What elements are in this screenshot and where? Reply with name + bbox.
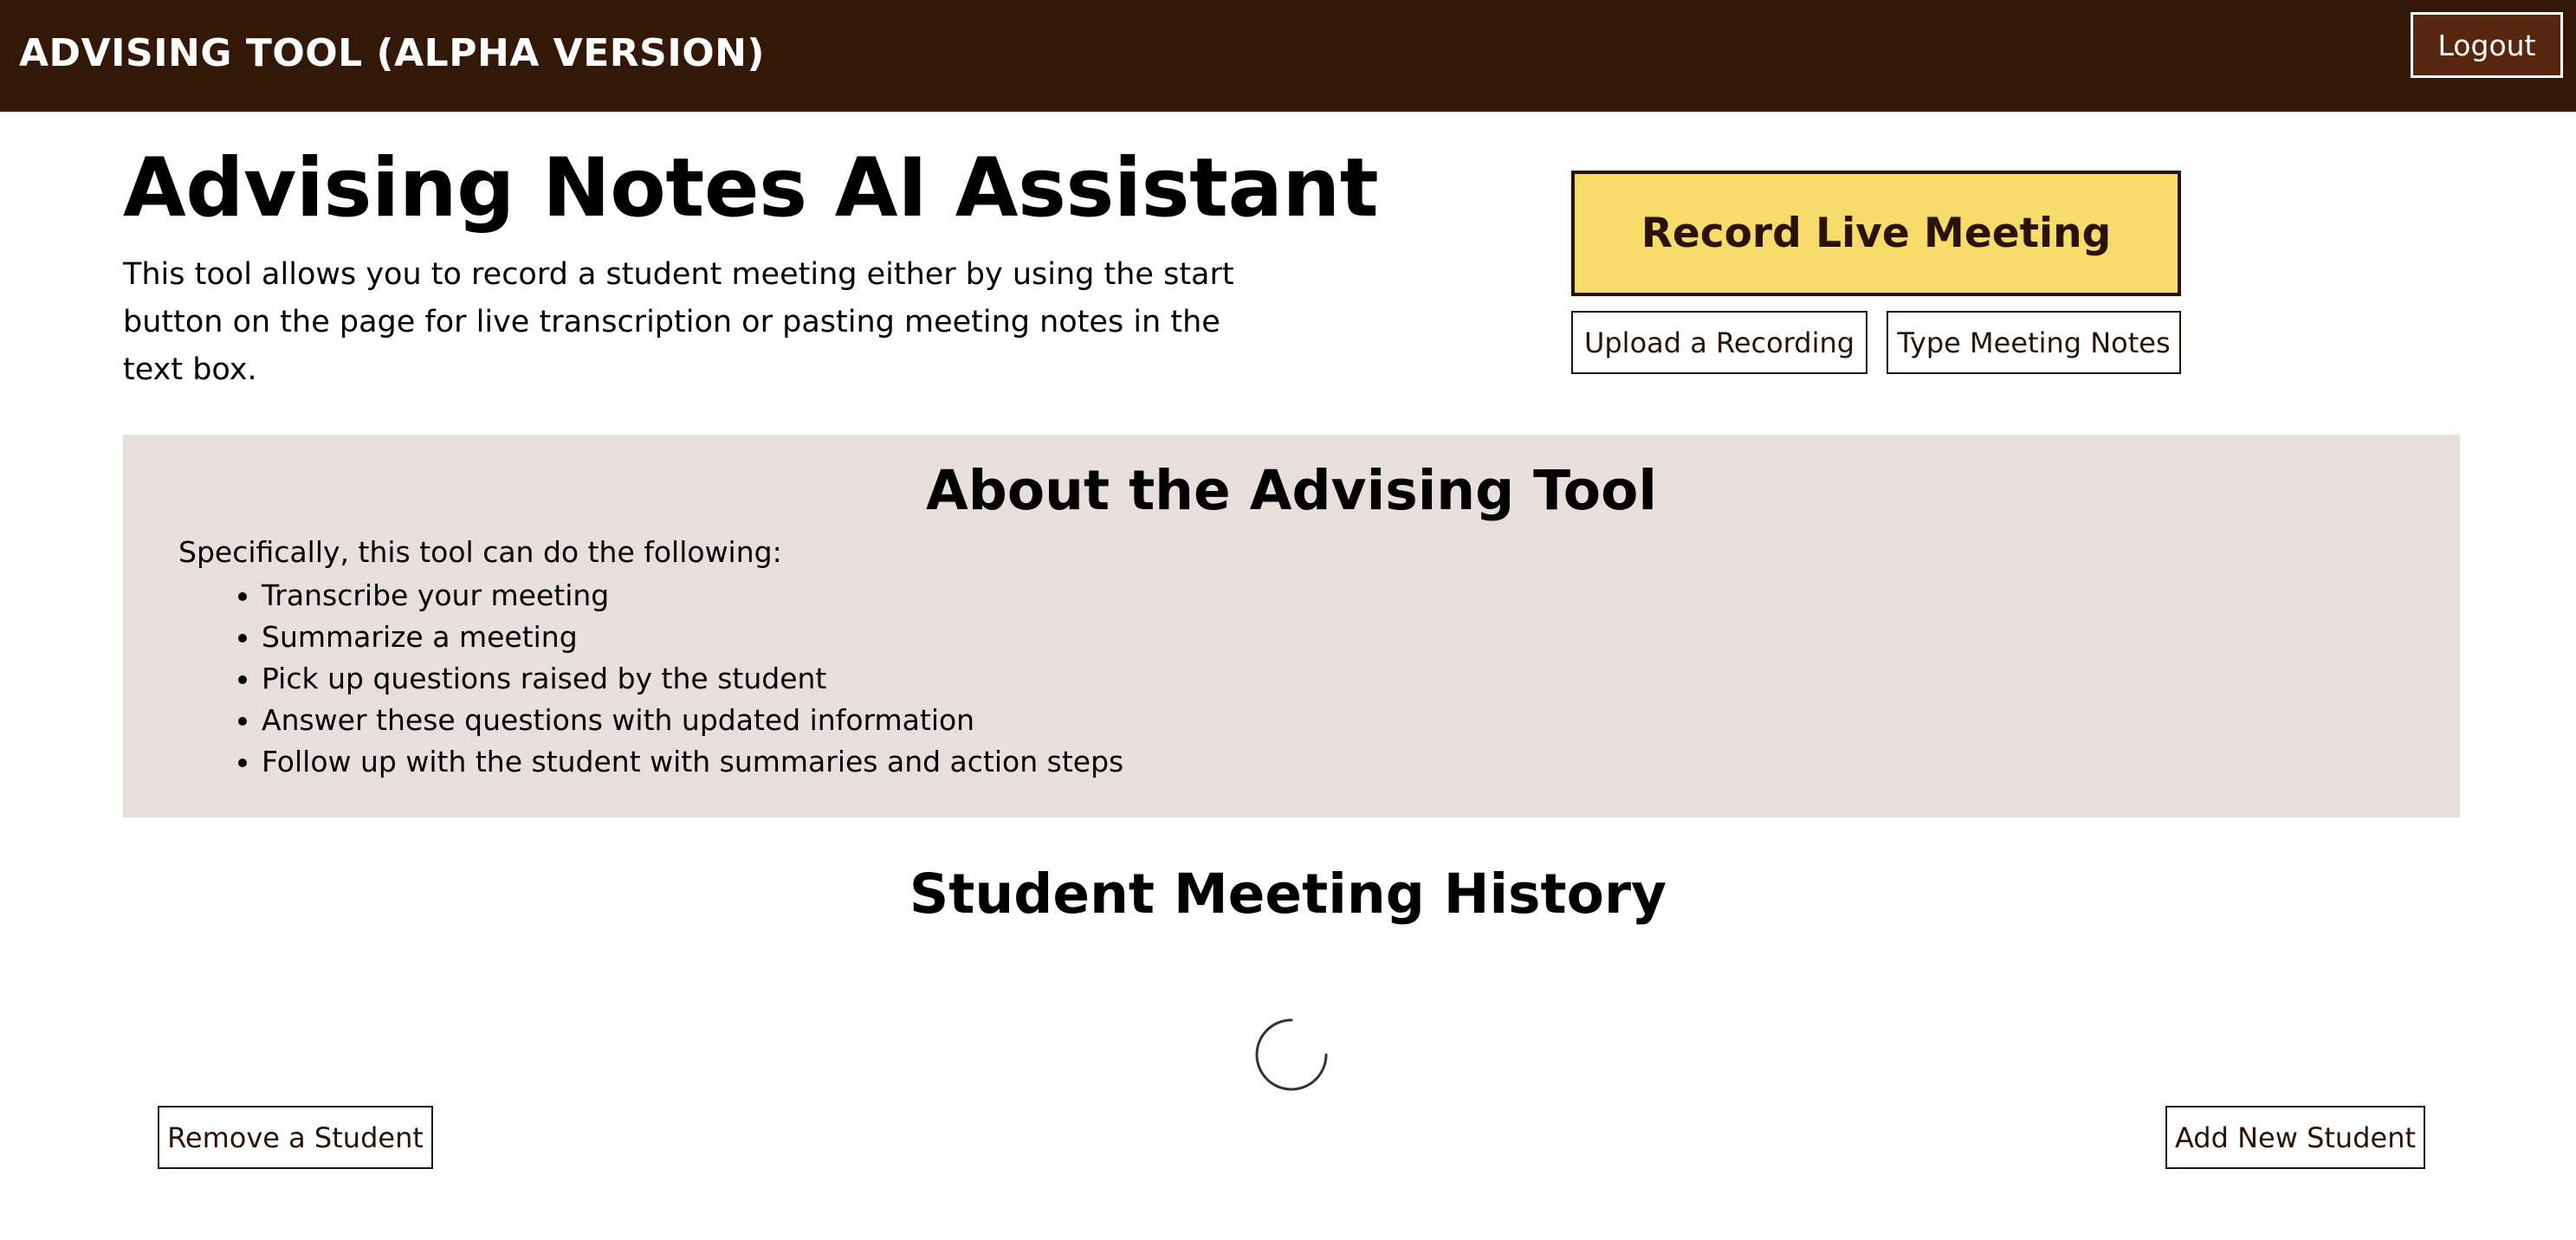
list-item: Answer these questions with updated info…: [262, 700, 1123, 741]
logout-button[interactable]: Logout: [2411, 12, 2563, 78]
intro-description: This tool allows you to record a student…: [123, 257, 1234, 387]
list-item: Transcribe your meeting: [262, 575, 1123, 617]
list-item: Pick up questions raised by the student: [262, 658, 1123, 700]
top-header: ADVISING TOOL (ALPHA VERSION) Logout: [0, 0, 2576, 112]
remove-student-button[interactable]: Remove a Student: [158, 1106, 433, 1169]
loading-spinner-icon: [1255, 1018, 1328, 1091]
history-title: Student Meeting History: [909, 862, 1667, 926]
feature-list: Transcribe your meeting Summarize a meet…: [178, 575, 1123, 783]
add-new-student-button[interactable]: Add New Student: [2165, 1106, 2425, 1169]
record-live-meeting-button[interactable]: Record Live Meeting: [1571, 171, 2181, 296]
about-title: About the Advising Tool: [926, 459, 1657, 522]
type-meeting-notes-button[interactable]: Type Meeting Notes: [1887, 311, 2181, 374]
page-title: Advising Notes AI Assistant: [123, 141, 1379, 236]
about-panel: About the Advising Tool Specifically, th…: [123, 435, 2460, 817]
upload-recording-button[interactable]: Upload a Recording: [1571, 311, 1867, 374]
list-item: Follow up with the student with summarie…: [262, 741, 1123, 783]
app-title: ADVISING TOOL (ALPHA VERSION): [19, 31, 766, 75]
about-intro: Specifically, this tool can do the follo…: [178, 535, 782, 569]
list-item: Summarize a meeting: [262, 617, 1123, 658]
